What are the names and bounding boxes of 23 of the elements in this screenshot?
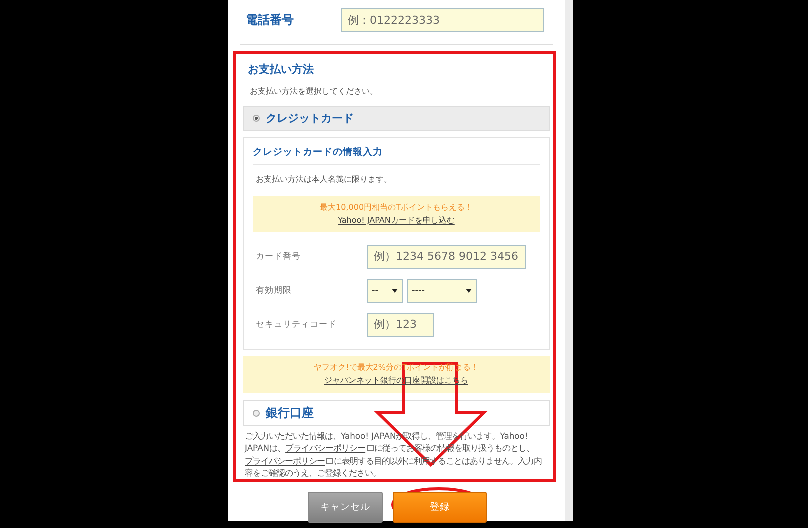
dropdown[interactable]: ---- (407, 278, 477, 302)
input-field[interactable]: 例）123 (367, 312, 434, 336)
instruction-text: お支払い方法を選択してください。 (249, 86, 379, 98)
phone-label: 電話番号 (246, 12, 295, 28)
phone-field[interactable]: 例：0122223333 (341, 8, 544, 32)
caret-icon (466, 288, 472, 292)
note-text: お支払い方法は本人名義に限ります。 (255, 174, 393, 186)
caret-icon (392, 288, 398, 292)
privacy-policy-link[interactable]: プライバシーポリシー (245, 456, 334, 466)
field-label: セキュリティコード (255, 318, 338, 330)
panel-title: クレジットカードの情報入力 (253, 146, 540, 165)
payment-option[interactable]: 銀行口座 (243, 400, 550, 426)
input-field[interactable]: 例）1234 5678 9012 3456 (367, 244, 526, 268)
promo-text: 最大10,000円相当のTポイントもらえる！ (319, 202, 474, 214)
promo-link[interactable]: Yahoo! JAPANカードを申し込む (338, 214, 455, 227)
external-link-icon (366, 445, 374, 452)
section-title: お支払い方法 (247, 62, 315, 78)
field-label: 有効期限 (255, 284, 293, 296)
external-link-icon (326, 458, 333, 464)
field-label: カード番号 (255, 250, 302, 262)
payment-option[interactable]: クレジットカード (243, 106, 550, 131)
privacy-policy-link[interactable]: プライバシーポリシー (286, 443, 375, 454)
dropdown[interactable]: -- (367, 278, 403, 302)
